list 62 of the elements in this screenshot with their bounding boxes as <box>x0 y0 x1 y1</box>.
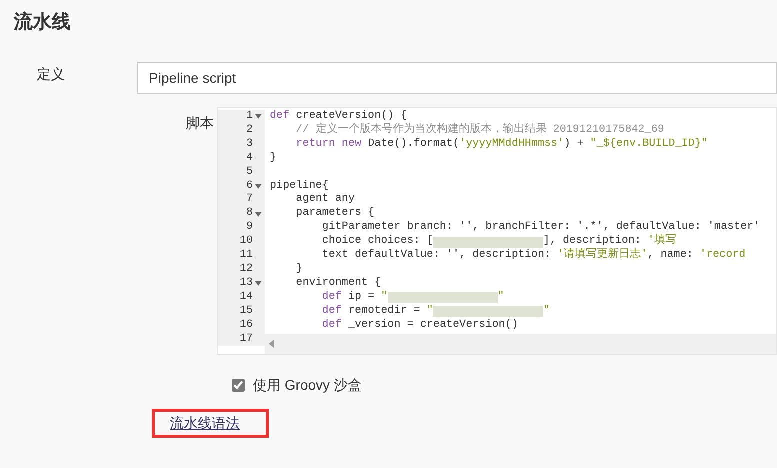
code-token: agent any <box>296 193 355 208</box>
field-label: 脚本 <box>186 114 215 133</box>
field-label: 定义 <box>37 64 66 84</box>
code-token: gitParameter branch: '', branchFilter: '.*', defaultValue: 'master' <box>322 221 760 234</box>
code-token: ) + <box>564 138 585 152</box>
code-token: '填写 <box>648 235 677 250</box>
line-number: 10 <box>240 235 253 250</box>
checkbox-label: 使用 Groovy 沙盒 <box>253 376 362 395</box>
code-token: // 定义一个版本号作为当次构建的版本，输出结果 20191210175842_69 <box>296 124 664 138</box>
pipeline-syntax-link[interactable]: 流水线语法 <box>170 413 240 434</box>
checkbox[interactable] <box>232 379 245 392</box>
line-number: 16 <box>240 318 253 332</box>
code-token: 'record <box>700 249 746 263</box>
code-token: 'yyyyMMddHHmmss' <box>460 138 564 152</box>
code-token: createVersion() { <box>296 110 408 122</box>
fold-icon[interactable] <box>254 114 262 120</box>
code-token: " <box>543 304 550 319</box>
fold-icon[interactable] <box>254 281 262 286</box>
code-token: environment { <box>296 276 382 291</box>
line-number: 2 <box>246 124 253 138</box>
definition-select[interactable]: Pipeline script <box>137 62 777 94</box>
code-token: choice choices: [ <box>322 235 434 249</box>
code-token: pipeline{ <box>270 180 329 194</box>
fold-icon[interactable] <box>254 212 262 217</box>
line-number: 6 <box>246 180 253 194</box>
code-token: , name: <box>648 249 694 263</box>
code-token: def <box>270 110 290 124</box>
line-number: 5 <box>246 166 253 180</box>
horizontal-scrollbar[interactable] <box>265 334 776 354</box>
code-token: def <box>322 290 342 305</box>
code-token: ip = <box>348 290 376 305</box>
code-token: remotedir = <box>348 304 422 319</box>
code-token: " <box>498 290 504 305</box>
line-number: 8 <box>246 207 253 222</box>
code-token: text defaultValue: '', description: <box>322 249 552 263</box>
line-number: 1 <box>246 110 253 124</box>
code-token: return new <box>296 138 362 152</box>
code-token: def <box>322 304 342 319</box>
code-token: Date().format( <box>368 138 460 152</box>
line-number: 4 <box>246 152 253 166</box>
code-token: parameters { <box>296 207 375 221</box>
code-token: "_${env.BUILD_ID}" <box>590 138 708 152</box>
line-number: 13 <box>240 276 253 291</box>
line-number: 9 <box>246 221 253 236</box>
line-number: 11 <box>240 249 253 263</box>
code-token: } <box>296 262 303 277</box>
code-token: " <box>381 290 388 305</box>
code-token: '请填写更新日志' <box>558 249 648 263</box>
line-number: 15 <box>240 304 253 319</box>
code-token: _version = createVersion() <box>348 318 518 332</box>
line-number: 3 <box>246 138 253 152</box>
section-title: 流水线 <box>14 10 71 35</box>
code-token: " <box>426 304 434 319</box>
line-number: 17 <box>240 332 253 346</box>
code-token: ], description: <box>543 235 642 248</box>
code-token: } <box>270 152 277 166</box>
line-number: 12 <box>240 262 253 277</box>
code-token: def <box>322 318 342 332</box>
code-editor[interactable] <box>217 107 777 355</box>
fold-icon[interactable] <box>254 184 262 189</box>
line-number: 14 <box>240 290 253 305</box>
line-number: 7 <box>246 193 253 208</box>
